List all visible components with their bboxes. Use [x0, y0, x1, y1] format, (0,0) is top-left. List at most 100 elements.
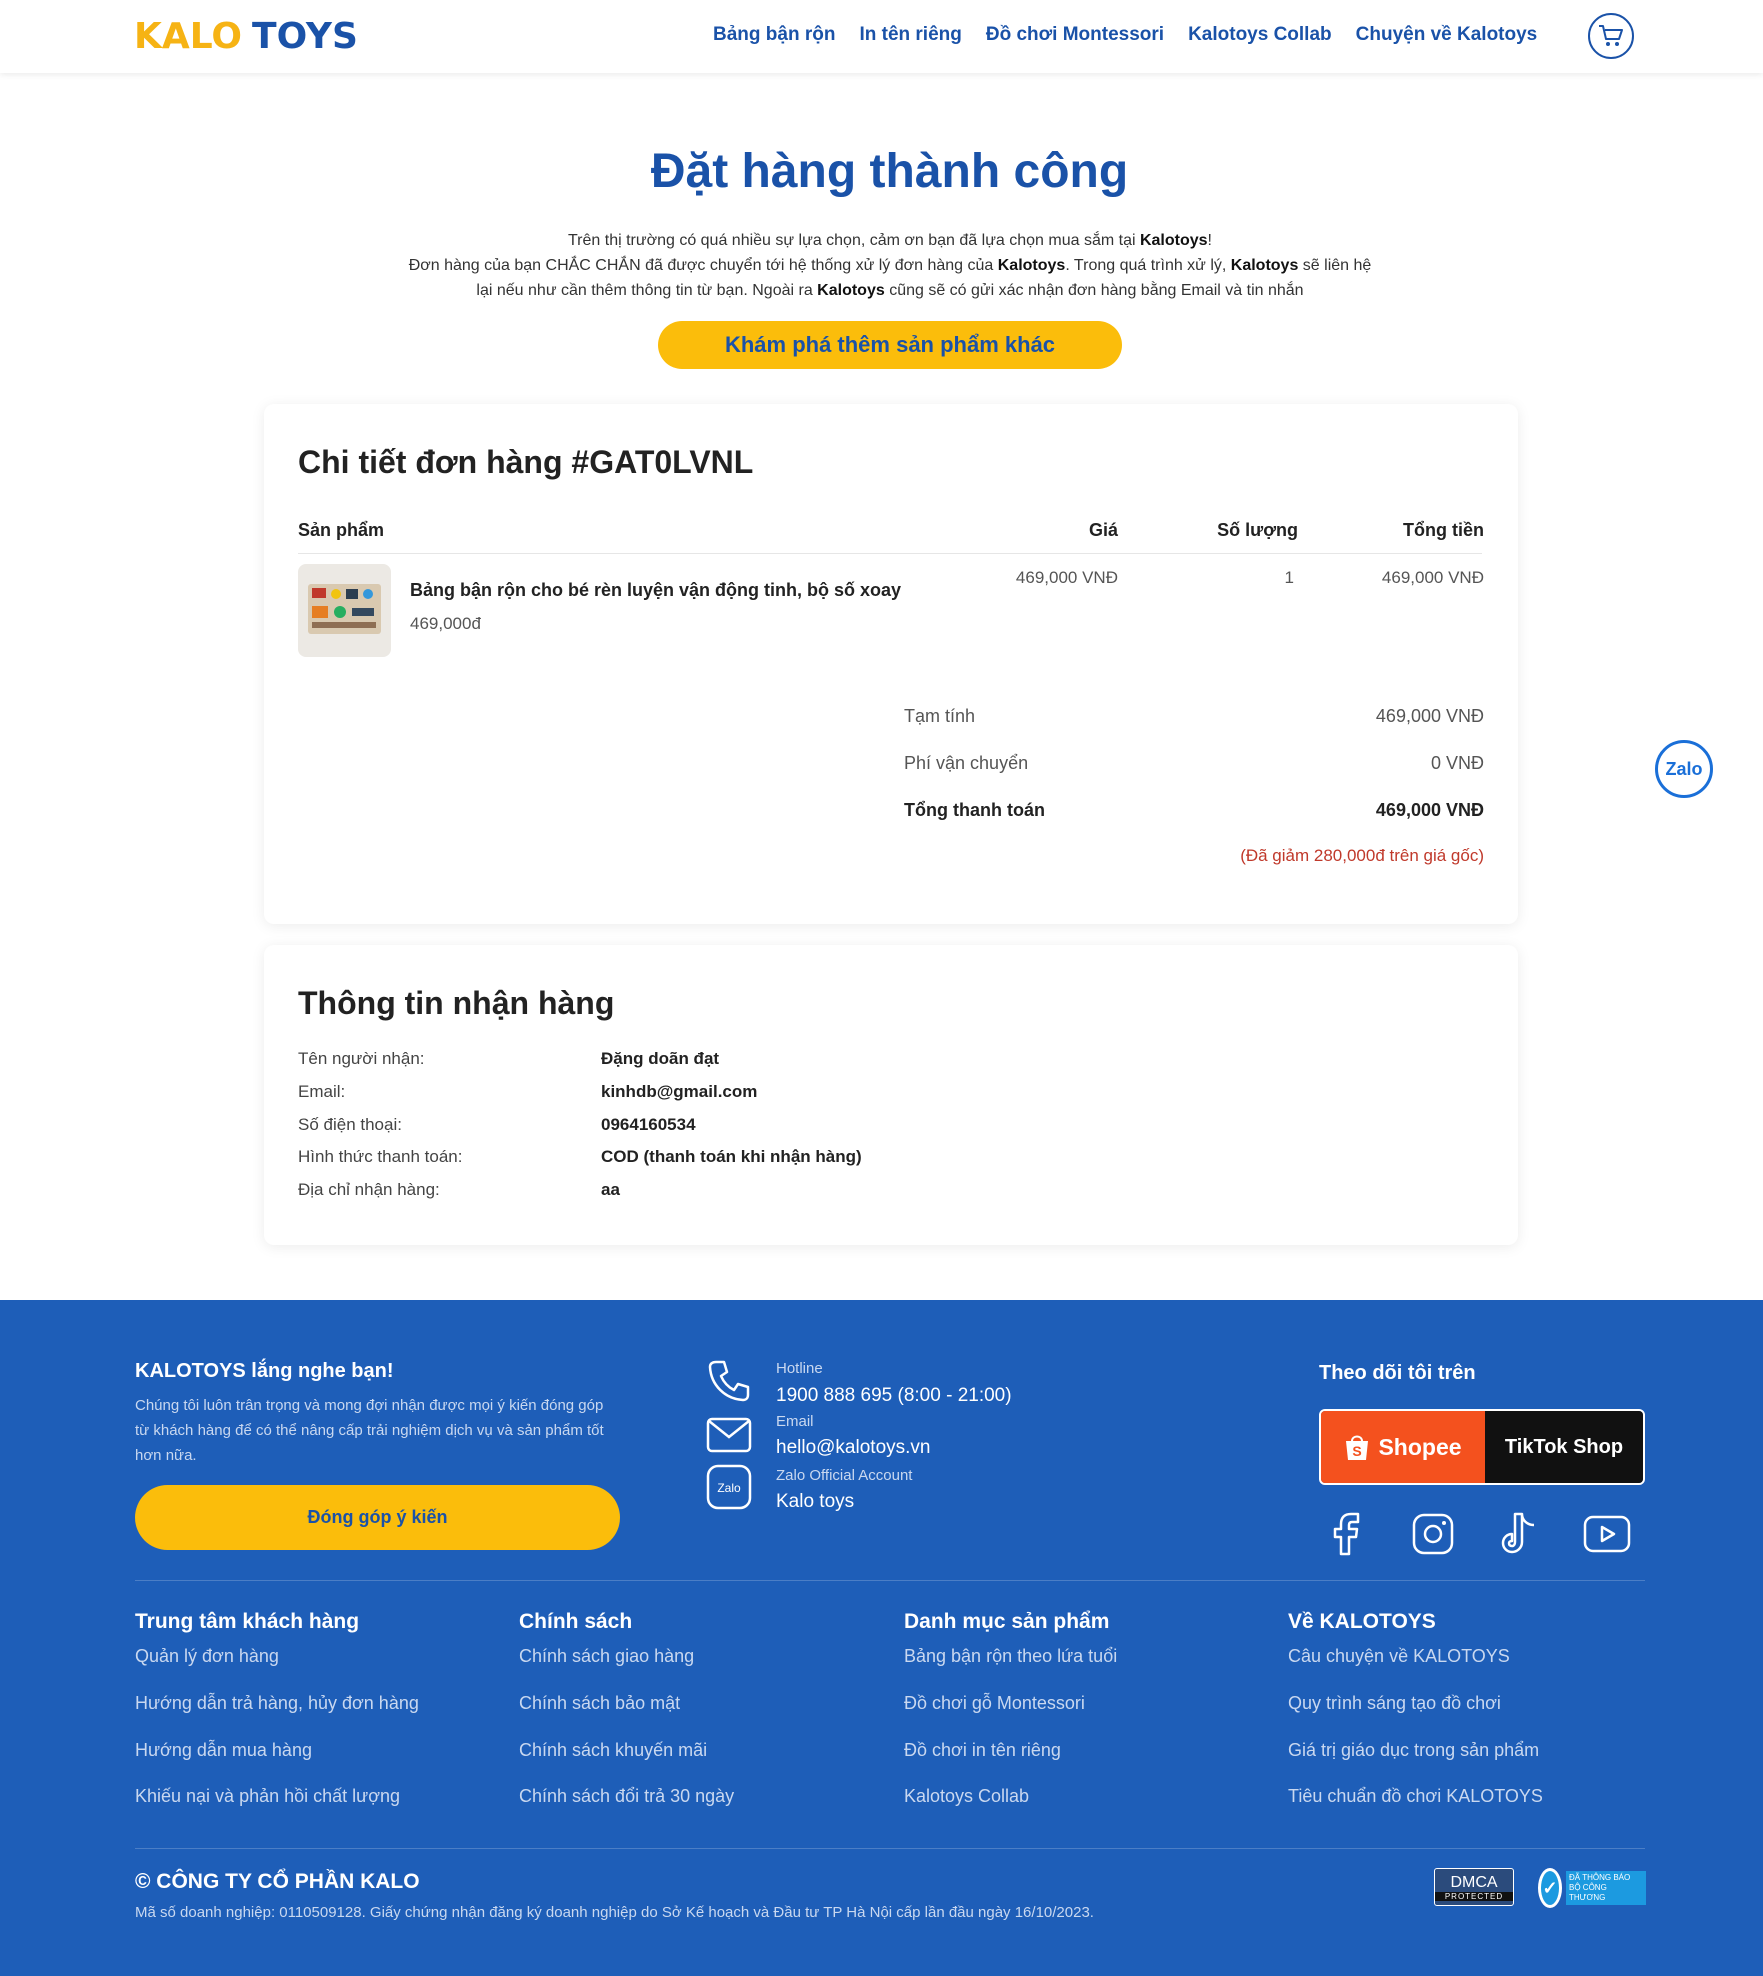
- link-toy-standards[interactable]: Tiêu chuẩn đồ chơi KALOTOYS: [1288, 1786, 1543, 1807]
- nav-bang-ban-ron[interactable]: Bảng bận rộn: [713, 24, 835, 46]
- email-icon: [705, 1412, 753, 1458]
- email-contact-value[interactable]: hello@kalotoys.vn: [776, 1437, 930, 1459]
- page-title: Đặt hàng thành công: [650, 145, 1129, 198]
- tiktok-icon[interactable]: [1494, 1508, 1546, 1560]
- payment-label: Hình thức thanh toán:: [298, 1147, 463, 1166]
- main-nav: Bảng bận rộn In tên riêng Đồ chơi Montes…: [713, 24, 1537, 46]
- recipient-value: Đặng doãn đạt: [601, 1049, 720, 1068]
- order-detail-card: Chi tiết đơn hàng #GAT0LVNL Sản phẩm Giá…: [264, 404, 1518, 924]
- bocongthuong-badge[interactable]: ✓ ĐÃ THÔNG BÁO BỘ CÔNG THƯƠNG: [1538, 1868, 1646, 1908]
- facebook-icon[interactable]: [1321, 1508, 1373, 1560]
- dmca-badge[interactable]: DMCA PROTECTED: [1434, 1868, 1514, 1906]
- col-price: Giá: [1088, 520, 1118, 540]
- logo[interactable]: KALO TOYS: [134, 16, 358, 57]
- discount-note: (Đã giảm 280,000đ trên giá gốc): [1240, 846, 1484, 865]
- tiktok-shop-label: TikTok Shop: [1504, 1435, 1624, 1458]
- nav-montessori[interactable]: Đồ chơi Montessori: [986, 24, 1164, 46]
- order-title: Chi tiết đơn hàng #GAT0LVNL: [298, 444, 754, 480]
- link-education-value[interactable]: Giá trị giáo dục trong sản phẩm: [1288, 1740, 1539, 1761]
- product-qty: 1: [1284, 568, 1294, 587]
- zalo-contact-value[interactable]: Kalo toys: [776, 1491, 854, 1513]
- link-promo-policy[interactable]: Chính sách khuyến mãi: [519, 1740, 707, 1761]
- dmca-label: DMCA: [1450, 1873, 1498, 1891]
- phone-icon: [705, 1358, 753, 1404]
- marketplace-links: S Shopee TikTok Shop: [1319, 1409, 1645, 1485]
- tiktok-shop-link[interactable]: TikTok Shop: [1485, 1411, 1643, 1483]
- link-purchase-guide[interactable]: Hướng dẫn mua hàng: [135, 1740, 312, 1761]
- recipient-label: Tên người nhận:: [298, 1049, 425, 1068]
- company-registration: Mã số doanh nghiệp: 0110509128. Giấy chứ…: [135, 1904, 1094, 1921]
- link-return-guide[interactable]: Hướng dẫn trả hàng, hủy đơn hàng: [135, 1693, 419, 1714]
- intro-brand: Kalotoys: [997, 257, 1066, 274]
- link-busy-board-age[interactable]: Bảng bận rộn theo lứa tuổi: [904, 1646, 1117, 1667]
- shopee-label: Shopee: [1378, 1433, 1462, 1460]
- link-order-management[interactable]: Quản lý đơn hàng: [135, 1646, 279, 1667]
- grand-total-value: 469,000 VNĐ: [1375, 800, 1484, 820]
- zalo-contact-label: Zalo Official Account: [776, 1467, 913, 1484]
- subtotal-value: 469,000 VNĐ: [1375, 706, 1484, 726]
- subtotal-label: Tạm tính: [904, 706, 976, 726]
- explore-products-button[interactable]: Khám phá thêm sản phẩm khác: [658, 321, 1122, 369]
- site-footer: KALOTOYS lắng nghe bạn! Chúng tôi luôn t…: [0, 1300, 1763, 1976]
- shipping-fee-label: Phí vận chuyển: [904, 753, 1029, 773]
- site-header: KALO TOYS Bảng bận rộn In tên riêng Đồ ch…: [0, 0, 1763, 73]
- product-total: 469,000 VNĐ: [1381, 568, 1484, 587]
- dmca-sub: PROTECTED: [1435, 1891, 1513, 1901]
- col-product: Sản phẩm: [298, 520, 385, 540]
- link-kalotoys-collab[interactable]: Kalotoys Collab: [904, 1786, 1029, 1807]
- shipping-title: Thông tin nhận hàng: [298, 985, 615, 1021]
- link-shipping-policy[interactable]: Chính sách giao hàng: [519, 1646, 694, 1667]
- product-thumbnail[interactable]: [298, 564, 391, 657]
- intro-brand: Kalotoys: [1230, 257, 1299, 274]
- intro-line2-mid: . Trong quá trình xử lý,: [1065, 257, 1231, 274]
- email-value: kinhdb@gmail.com: [601, 1082, 758, 1101]
- link-privacy-policy[interactable]: Chính sách bảo mật: [519, 1693, 680, 1714]
- cart-button[interactable]: [1588, 13, 1634, 59]
- cart-icon: [1599, 25, 1623, 46]
- follow-title: Theo dõi tôi trên: [1319, 1362, 1476, 1384]
- col-policy-title: Chính sách: [519, 1610, 633, 1633]
- table-divider: [298, 553, 1482, 554]
- intro-line2-end: sẽ liên hệ: [1298, 257, 1372, 274]
- footer-divider-bottom: [135, 1848, 1645, 1849]
- shipping-info-card: Thông tin nhận hàng Tên người nhận: Đặng…: [264, 945, 1518, 1245]
- address-value: aa: [601, 1180, 620, 1199]
- link-montessori-wood[interactable]: Đồ chơi gỗ Montessori: [904, 1693, 1085, 1714]
- nav-kalotoys-collab[interactable]: Kalotoys Collab: [1188, 24, 1332, 46]
- listen-text: Chúng tôi luôn trân trọng và mong đợi nh…: [135, 1397, 604, 1464]
- listen-title: KALOTOYS lắng nghe bạn!: [135, 1360, 394, 1382]
- intro-line3-end: cũng sẽ có gửi xác nhận đơn hàng bằng Em…: [884, 282, 1304, 299]
- check-icon: ✓: [1538, 1868, 1563, 1908]
- product-name[interactable]: Bảng bận rộn cho bé rèn luyện vận động t…: [410, 580, 901, 601]
- feedback-button[interactable]: Đóng góp ý kiến: [135, 1485, 620, 1550]
- logo-kalo: KALO: [134, 16, 243, 57]
- intro-line1-end: !: [1207, 232, 1212, 249]
- link-creation-process[interactable]: Quy trình sáng tạo đồ chơi: [1288, 1693, 1501, 1714]
- svg-text:S: S: [1353, 1443, 1362, 1459]
- nav-in-ten-rieng[interactable]: In tên riêng: [859, 24, 961, 46]
- col-customer-center-title: Trung tâm khách hàng: [135, 1610, 360, 1633]
- hotline-value[interactable]: 1900 888 695 (8:00 - 21:00): [776, 1385, 1012, 1407]
- hotline-label: Hotline: [776, 1360, 823, 1377]
- link-return-policy[interactable]: Chính sách đổi trả 30 ngày: [519, 1786, 734, 1807]
- intro-line2: Đơn hàng của bạn CHẮC CHẮN đã được chuyể…: [408, 257, 998, 274]
- instagram-icon[interactable]: [1407, 1508, 1459, 1560]
- col-total: Tổng tiền: [1403, 520, 1484, 540]
- shopee-bag-icon: S: [1346, 1435, 1369, 1460]
- email-contact-label: Email: [776, 1413, 814, 1430]
- shipping-fee-value: 0 VNĐ: [1430, 753, 1484, 773]
- nav-chuyen-ve-kalotoys[interactable]: Chuyện về Kalotoys: [1356, 24, 1538, 46]
- link-custom-name-toys[interactable]: Đồ chơi in tên riêng: [904, 1740, 1061, 1761]
- bct-label: ĐÃ THÔNG BÁO BỘ CÔNG THƯƠNG: [1566, 1871, 1646, 1905]
- col-about-title: Về KALOTOYS: [1288, 1610, 1436, 1633]
- product-unit-price: 469,000đ: [410, 614, 481, 633]
- intro-brand: Kalotoys: [817, 282, 885, 299]
- zalo-chat-button[interactable]: Zalo: [1655, 740, 1713, 798]
- youtube-icon[interactable]: [1581, 1508, 1633, 1560]
- zalo-icon: Zalo: [705, 1464, 753, 1510]
- footer-divider: [135, 1580, 1645, 1581]
- link-complaints[interactable]: Khiếu nại và phản hồi chất lượng: [135, 1786, 400, 1807]
- link-story[interactable]: Câu chuyện về KALOTOYS: [1288, 1646, 1510, 1667]
- intro-text: Trên thị trường có quá nhiều sự lựa chọn…: [380, 228, 1400, 303]
- shopee-link[interactable]: S Shopee: [1321, 1411, 1485, 1483]
